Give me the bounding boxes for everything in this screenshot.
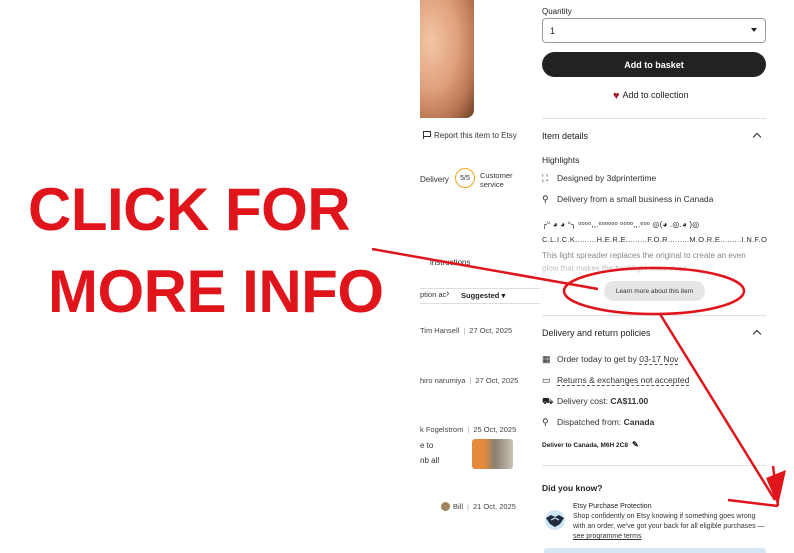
divider	[542, 465, 766, 466]
delivery-cost-value: CA$11.00	[610, 396, 649, 406]
review-meta: Tim Hansell | 27 Oct, 2025	[420, 326, 513, 335]
flag-icon	[423, 131, 431, 139]
description-line: ╭ᐡ ◕ ◕ ᐡ╮ ᵒᵒᵒᵒ,,.ᵉᵒᵒᵒᵒᵒ ᵒᵒᵒᵒ,,.ᵉᵒᵒ ◎(◕ .…	[542, 220, 700, 229]
quantity-label: Quantity	[542, 7, 572, 16]
designed-by-row: ⛶ Designed by 3dprintertime	[542, 173, 656, 184]
did-you-know-heading: Did you know?	[542, 483, 603, 493]
review-meta: k Fogelstrom | 25 Oct, 2025	[420, 425, 517, 434]
deliver-to-row[interactable]: Deliver to Canada, M6H 2C8 ✎	[542, 440, 639, 449]
chevron-right-icon[interactable]: ›	[446, 288, 449, 299]
heart-icon: ♥	[613, 90, 620, 102]
review-text-line: e to	[420, 441, 434, 450]
designed-by-prefix: Designed by	[557, 173, 607, 183]
order-by-row: ▦ Order today to get by 03-17 Nov	[542, 354, 679, 365]
add-to-basket-button[interactable]: Add to basket	[542, 52, 766, 77]
arrow-line-down	[658, 313, 777, 501]
overlay-headline-line1: CLICK FOR	[28, 176, 351, 243]
review-photo[interactable]	[472, 439, 513, 469]
product-image[interactable]	[420, 0, 474, 118]
arrow-head	[766, 470, 786, 506]
customer-service-score: 5/5	[455, 168, 475, 188]
delivery-cost-row: ⛟ Delivery cost: CA$11.00	[542, 396, 648, 408]
caret-down-icon	[751, 28, 757, 32]
purchase-protection-text: Shop confidently on Etsy knowing if some…	[573, 512, 765, 542]
reviewer-name[interactable]: hiro narumiya	[420, 376, 465, 385]
report-label: Report this item to Etsy	[434, 131, 517, 140]
returns-row: ▭ Returns & exchanges not accepted	[542, 375, 690, 386]
overlay-headline-line2: MORE INFO	[48, 258, 384, 325]
item-details-heading[interactable]: Item details	[542, 131, 588, 141]
delivery-cost-label: Delivery cost:	[557, 396, 611, 406]
location-pin-icon: ⚲	[542, 194, 549, 204]
review-date: 27 Oct, 2025	[469, 326, 513, 335]
chevron-down-icon: ▾	[501, 291, 506, 300]
returns-icon: ▭	[542, 375, 551, 385]
delivery-policies-heading[interactable]: Delivery and return policies	[542, 328, 651, 338]
learn-more-button[interactable]: Learn more about this item	[604, 281, 705, 301]
dispatched-label: Dispatched from:	[557, 417, 624, 427]
review-date: 27 Oct, 2025	[475, 376, 519, 385]
returns-text[interactable]: Returns & exchanges not accepted	[557, 375, 690, 386]
purchase-protection-title: Etsy Purchase Protection	[573, 503, 652, 510]
pencil-icon[interactable]: ✎	[632, 440, 639, 449]
dispatched-row: ⚲ Dispatched from: Canada	[542, 417, 654, 428]
deliver-to-text: Deliver to Canada, M6H 2C8	[542, 442, 628, 449]
dispatched-value: Canada	[623, 417, 655, 427]
delivery-origin-text: Delivery from a small business in Canada	[557, 194, 714, 204]
add-to-collection-label: Add to collection	[622, 90, 689, 100]
order-prefix: Order today to get by	[557, 354, 640, 364]
add-to-collection-button[interactable]: ♥ Add to collection	[613, 90, 689, 102]
delivery-fragment: Delivery	[420, 175, 449, 184]
highlights-label: Highlights	[542, 155, 580, 165]
arrow-head-wing	[771, 465, 780, 507]
sort-label: Suggested	[461, 291, 500, 300]
design-tool-icon: ⛶	[542, 173, 549, 183]
quantity-value: 1	[550, 26, 556, 36]
purchase-protection-body: Shop confidently on Etsy knowing if some…	[573, 513, 765, 530]
avatar	[441, 502, 450, 511]
programme-terms-link[interactable]: see programme terms	[573, 533, 641, 540]
designer-link[interactable]: 3dprintertime	[607, 173, 657, 183]
filter-option-fragment[interactable]: ption ac	[420, 290, 446, 299]
review-text-line: nb all	[420, 456, 440, 465]
handshake-icon	[545, 510, 565, 530]
truck-icon: ⛟	[542, 396, 554, 406]
arrow-head-wing	[727, 498, 779, 508]
customer-service-label: Customer service	[480, 171, 513, 189]
divider	[542, 118, 766, 119]
sort-dropdown[interactable]: Suggested ▾	[461, 291, 505, 300]
report-item-link[interactable]: Report this item to Etsy	[423, 131, 517, 140]
info-banner	[544, 548, 766, 553]
chevron-up-icon[interactable]	[752, 329, 762, 339]
reviewer-name[interactable]: Tim Hansell	[420, 326, 459, 335]
calendar-icon: ▦	[542, 354, 551, 364]
review-meta: hiro narumiya | 27 Oct, 2025	[420, 376, 519, 385]
review-date: 21 Oct, 2025	[472, 502, 516, 511]
instructions-fragment: instructions	[430, 258, 471, 267]
description-line: C.L.I.C.K.........H.E.R.E.........F.O.R.…	[542, 235, 768, 244]
delivery-origin-row: ⚲ Delivery from a small business in Canad…	[542, 194, 713, 205]
location-pin-icon: ⚲	[542, 417, 549, 427]
review-date: 25 Oct, 2025	[473, 425, 517, 434]
quantity-select[interactable]: 1	[542, 18, 766, 43]
divider	[542, 315, 766, 316]
reviewer-name[interactable]: k Fogelstrom	[420, 425, 463, 434]
reviewer-name[interactable]: Bill	[453, 502, 463, 511]
description-line: This light spreader replaces the origina…	[542, 251, 746, 273]
chevron-up-icon[interactable]	[752, 132, 762, 142]
review-meta: Bill | 21 Oct, 2025	[441, 502, 516, 511]
order-date[interactable]: 03-17 Nov	[639, 354, 679, 365]
